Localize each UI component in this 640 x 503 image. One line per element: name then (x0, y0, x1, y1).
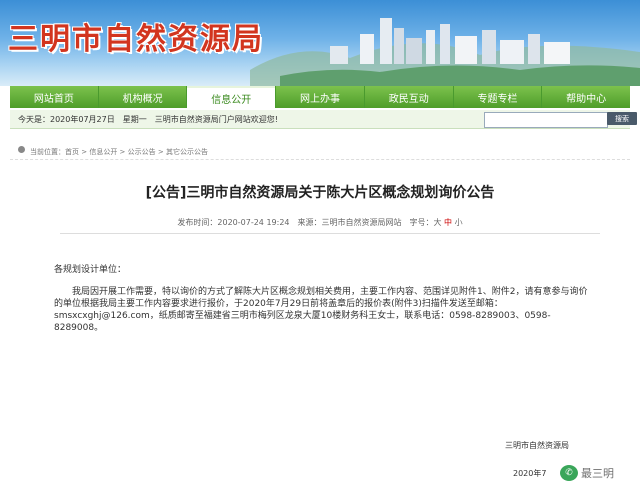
watermark-text: 最三明 (581, 467, 614, 480)
breadcrumb-text[interactable]: 当前位置：首页 > 信息公开 > 公示公告 > 其它公示公告 (30, 147, 208, 157)
search-input[interactable] (484, 112, 608, 128)
article-meta: 发布时间：2020-07-24 19:24 来源：三明市自然资源局网站 字号：大… (10, 217, 630, 228)
tab-organization[interactable]: 机构概况 (98, 86, 187, 108)
article-greeting: 各规划设计单位： (54, 265, 127, 275)
tab-help-center[interactable]: 帮助中心 (542, 86, 631, 108)
article-date: 2020年7 (513, 469, 547, 478)
tab-info-disclosure[interactable]: 信息公开 (187, 86, 276, 108)
site-banner: 三明市自然资源局 (0, 0, 640, 86)
article-title: [公告]三明市自然资源局关于陈大片区概念规划询价公告 (145, 185, 495, 201)
title-divider (60, 233, 600, 234)
breadcrumb: 当前位置：首页 > 信息公开 > 公示公告 > 其它公示公告 (10, 143, 630, 160)
main-nav: 网站首页 机构概况 信息公开 网上办事 政民互动 专题专栏 帮助中心 (10, 86, 631, 108)
date-welcome-text: 今天是：2020年07月27日 星期一 三明市自然资源局门户网站欢迎您! (18, 115, 278, 124)
location-pin-icon (18, 146, 25, 153)
font-size-medium-link[interactable]: 中 (444, 218, 452, 227)
tab-online-services[interactable]: 网上办事 (276, 86, 364, 108)
font-size-small-link[interactable]: 小 (452, 218, 463, 227)
site-title: 三明市自然资源局 (8, 22, 264, 57)
search-button[interactable]: 搜索 (607, 112, 637, 125)
info-bar: 今天是：2020年07月27日 星期一 三明市自然资源局门户网站欢迎您! 搜索 (10, 110, 637, 129)
tab-home[interactable]: 网站首页 (10, 86, 98, 108)
article-body: 我局因开展工作需要，特以询价的方式了解陈大片区概念规划相关费用，主要工作内容、范… (54, 287, 588, 333)
tab-special-topics[interactable]: 专题专栏 (453, 86, 542, 108)
article-signature: 三明市自然资源局 (505, 441, 569, 450)
tab-public-interaction[interactable]: 政民互动 (364, 86, 453, 108)
wechat-icon: ✆ (560, 465, 578, 481)
meta-publish-info: 发布时间：2020-07-24 19:24 来源：三明市自然资源局网站 字号：大 (177, 218, 445, 227)
wechat-watermark: ✆ 最三明 (560, 462, 632, 484)
